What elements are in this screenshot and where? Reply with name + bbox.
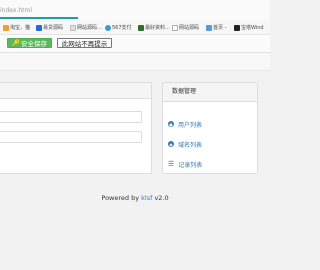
footer-link[interactable]: klsf [141, 194, 152, 202]
key-icon: 🔑 [11, 39, 21, 47]
site-icon [70, 24, 76, 31]
footer-version: v2.0 [152, 194, 169, 202]
bt-icon [234, 24, 240, 31]
safe-save-label: 安全保存 [21, 40, 48, 48]
list-icon: ☰ [168, 160, 175, 168]
bookmark-label: 最好资料… [145, 25, 171, 31]
bookmark-label: 网站源码… [77, 25, 103, 31]
password-save-bar: 🔑 安全保存 此网站不再提示 [0, 35, 270, 53]
bookmark-label: 首页 - [213, 25, 227, 31]
footer: Powered by klsf v2.0 [0, 194, 270, 202]
top-navbar [0, 53, 270, 71]
bookmark-item[interactable]: 淘宝，猫 [3, 23, 30, 32]
panel-title: 数据管理 [163, 83, 257, 102]
bookmark-item[interactable]: 网站源码 [172, 23, 199, 32]
url-text: index.html [0, 7, 32, 14]
list-item [0, 131, 142, 143]
bookmark-item[interactable]: 最好资料… [138, 23, 170, 32]
record-list-label: 记录列表 [178, 161, 203, 169]
never-for-site-label: 此网站不再提示 [61, 40, 108, 48]
list-item [0, 111, 142, 123]
record-list-link[interactable]: ☰ 记录列表 [168, 155, 252, 173]
bookmark-item[interactable]: 567支付 [105, 23, 132, 32]
bookmark-item[interactable]: 网站源码… [70, 23, 102, 32]
bookmark-label: 567支付 [112, 25, 132, 31]
user-list-label: 用户列表 [178, 121, 203, 129]
site-icon [138, 24, 144, 31]
safe-save-button[interactable]: 🔑 安全保存 [7, 38, 52, 48]
data-management-panel: 数据管理 ● 用户列表 ◉ 域名列表 ☰ 记录列表 [162, 82, 258, 174]
domain-list-link[interactable]: ◉ 域名列表 [168, 135, 252, 153]
user-icon: ● [168, 121, 174, 127]
user-list-link[interactable]: ● 用户列表 [168, 115, 252, 133]
page-load-progress [0, 17, 79, 19]
site-icon [36, 24, 42, 31]
domain-list-label: 域名列表 [178, 141, 203, 149]
never-for-site-button[interactable]: 此网站不再提示 [57, 38, 112, 48]
bookmark-label: 淘宝，猫 [10, 25, 31, 31]
left-panel [0, 82, 152, 174]
bookmark-label: 网站源码 [179, 25, 200, 31]
bookmarks-bar: 淘宝，猫 易贷源码 网站源码… 567支付 最好资料… 网站源码 首页 - 宝塔… [0, 20, 270, 35]
address-bar[interactable]: index.html [0, 0, 270, 20]
bookmark-item[interactable]: 易贷源码 [36, 23, 63, 32]
bookmark-label: 宝塔Wind [241, 25, 264, 31]
bookmark-label: 易贷源码 [43, 25, 64, 31]
page-icon [172, 24, 178, 31]
folder-icon [3, 24, 9, 31]
pay-icon [105, 24, 111, 31]
site-icon [206, 24, 212, 31]
footer-prefix: Powered by [101, 194, 142, 202]
left-panel-header [0, 83, 151, 99]
globe-icon: ◉ [168, 141, 174, 147]
bookmark-item[interactable]: 宝塔Wind [234, 23, 264, 32]
bookmark-item[interactable]: 首页 - [206, 23, 226, 32]
